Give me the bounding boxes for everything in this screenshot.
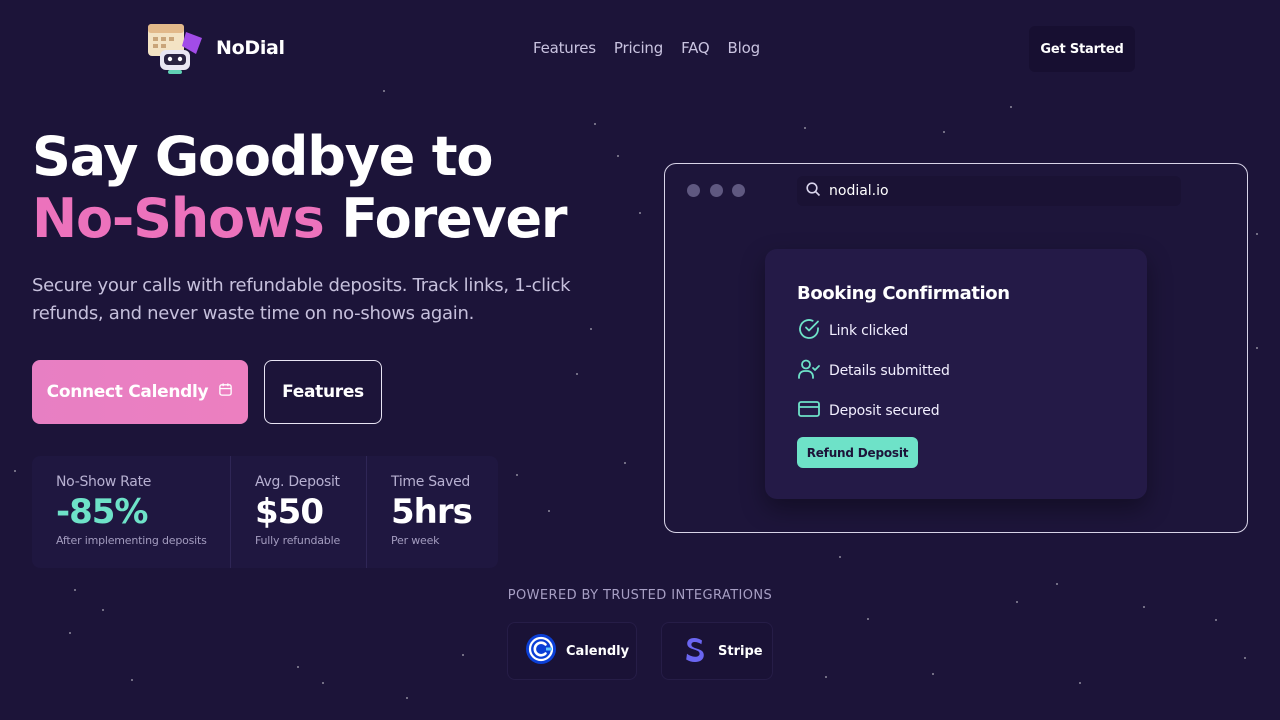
integrations-heading: POWERED BY TRUSTED INTEGRATIONS [507, 588, 773, 603]
hero-title-rest: Forever [341, 187, 567, 250]
integration-calendly[interactable]: Calendly [507, 622, 637, 680]
stat-label: Avg. Deposit [255, 474, 340, 490]
user-check-icon [797, 357, 821, 385]
stat-no-show-rate: No-Show Rate -85% After implementing dep… [32, 456, 230, 568]
integration-stripe[interactable]: Stripe [661, 622, 773, 680]
step-label: Deposit secured [829, 403, 940, 419]
calendly-icon [524, 632, 558, 670]
get-started-button[interactable]: Get Started [1029, 26, 1135, 72]
credit-card-icon [797, 397, 821, 425]
brand-logo[interactable]: NoDial [146, 20, 285, 76]
brand-name: NoDial [216, 37, 285, 59]
hero-title: Say Goodbye to No-Shows Forever [32, 125, 567, 250]
stat-value: 5hrs [391, 492, 473, 532]
nav-link-blog[interactable]: Blog [728, 39, 761, 57]
stat-time-saved: Time Saved 5hrs Per week [366, 456, 498, 568]
step-link-clicked: Link clicked [797, 317, 908, 345]
stat-value: $50 [255, 492, 324, 532]
hero-title-line1: Say Goodbye to [32, 125, 493, 188]
connect-calendly-button[interactable]: Connect Calendly [32, 360, 248, 424]
connect-calendly-label: Connect Calendly [46, 382, 209, 402]
stripe-icon [682, 632, 708, 670]
step-label: Details submitted [829, 363, 950, 379]
stat-label: Time Saved [391, 474, 470, 490]
stat-avg-deposit: Avg. Deposit $50 Fully refundable [230, 456, 366, 568]
window-dot-icon [710, 184, 723, 197]
window-dot-icon [687, 184, 700, 197]
calendar-icon [218, 382, 233, 402]
nav-link-pricing[interactable]: Pricing [614, 39, 663, 57]
stat-value: -85% [56, 492, 149, 532]
stat-note: Fully refundable [255, 534, 341, 547]
stat-note: After implementing deposits [56, 534, 207, 547]
booking-confirmation-card: Booking Confirmation Link clicked Detail… [765, 249, 1147, 499]
integration-label: Calendly [566, 643, 630, 659]
refund-deposit-button[interactable]: Refund Deposit [797, 437, 918, 468]
nav-link-faq[interactable]: FAQ [681, 39, 710, 57]
main-nav: Features Pricing FAQ Blog [533, 39, 778, 57]
card-title: Booking Confirmation [797, 283, 1010, 304]
address-url: nodial.io [829, 183, 889, 199]
check-circle-icon [797, 317, 821, 345]
step-details-submitted: Details submitted [797, 357, 950, 385]
step-label: Link clicked [829, 323, 909, 339]
address-bar[interactable]: nodial.io [797, 176, 1181, 206]
hero-subtitle: Secure your calls with refundable deposi… [32, 275, 571, 324]
robot-calendar-logo-icon [146, 20, 204, 76]
window-dot-icon [732, 184, 745, 197]
stat-note: Per week [391, 534, 440, 547]
step-deposit-secured: Deposit secured [797, 397, 940, 425]
stats-panel: No-Show Rate -85% After implementing dep… [32, 456, 498, 568]
nav-link-features[interactable]: Features [533, 39, 596, 57]
stat-label: No-Show Rate [56, 474, 152, 490]
hero-title-highlight: No-Shows [32, 187, 325, 250]
browser-mockup: nodial.io Booking Confirmation Link clic… [664, 163, 1248, 533]
features-button[interactable]: Features [264, 360, 382, 424]
search-icon [805, 181, 821, 201]
integration-label: Stripe [718, 643, 763, 659]
